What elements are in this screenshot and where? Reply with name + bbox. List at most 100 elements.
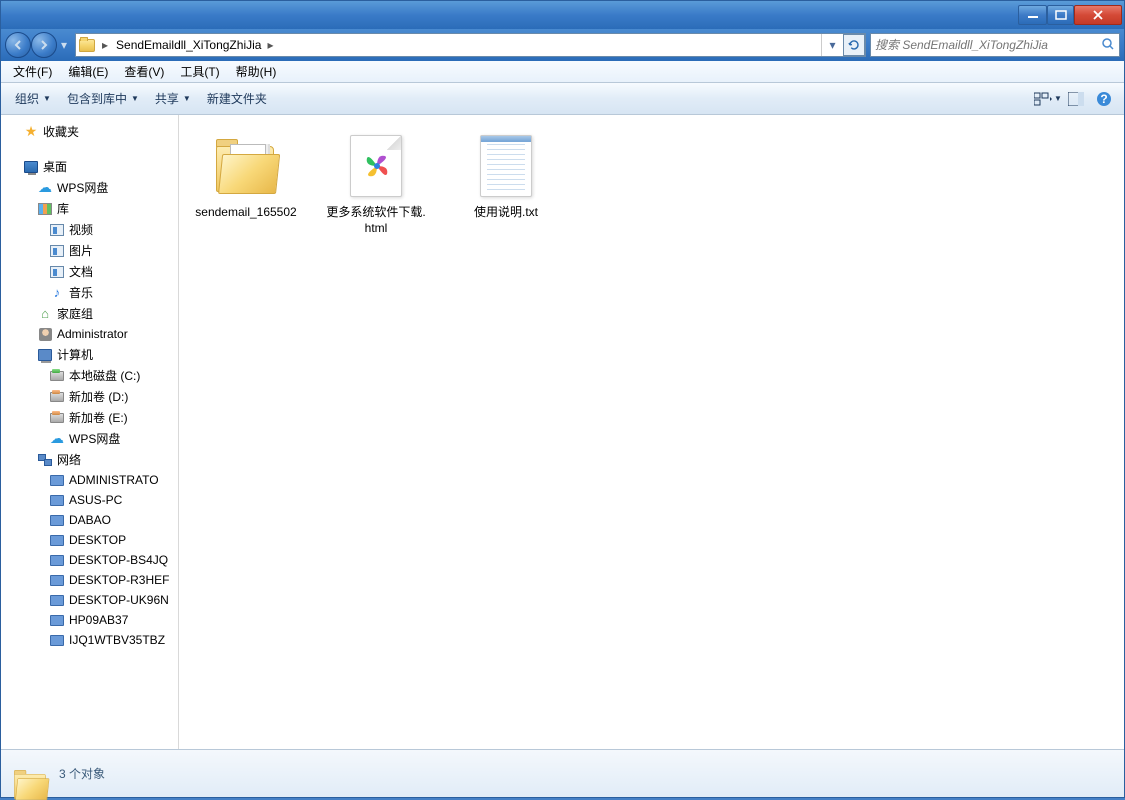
cloud-icon: ☁: [37, 180, 53, 196]
picture-icon: [49, 243, 65, 259]
navigation-pane: ★收藏夹 桌面 ☁WPS网盘 库 视频 图片 文档 ♪音乐 ⌂家庭组 Admin…: [1, 115, 179, 749]
netpc-icon: [49, 632, 65, 648]
statusbar: 3 个对象: [1, 749, 1124, 797]
menu-help[interactable]: 帮助(H): [228, 61, 285, 82]
minimize-button[interactable]: [1018, 5, 1047, 25]
menu-view[interactable]: 查看(V): [116, 61, 172, 82]
file-label: 使用说明.txt: [474, 205, 538, 221]
file-item-folder[interactable]: sendemail_165502: [191, 127, 301, 240]
folder-icon: [13, 759, 49, 789]
sidebar-net-pc[interactable]: IJQ1WTBV35TBZ: [1, 630, 178, 650]
netpc-icon: [49, 532, 65, 548]
address-dropdown[interactable]: ▾: [821, 34, 843, 56]
sidebar-net-pc[interactable]: DESKTOP-UK96N: [1, 590, 178, 610]
sidebar-drive-d[interactable]: 新加卷 (D:): [1, 386, 178, 407]
file-label: 更多系统软件下载.html: [325, 205, 427, 236]
sidebar-drive-e[interactable]: 新加卷 (E:): [1, 407, 178, 428]
close-button[interactable]: [1074, 5, 1122, 25]
star-icon: ★: [23, 124, 39, 140]
nav-arrows: ▾: [5, 32, 71, 58]
toolbar: 组织▼ 包含到库中▼ 共享▼ 新建文件夹 ▼ ?: [1, 83, 1124, 115]
breadcrumb-folder[interactable]: SendEmaildll_XiTongZhiJia: [112, 34, 263, 56]
file-label: sendemail_165502: [195, 205, 296, 221]
search-box[interactable]: [870, 33, 1120, 57]
sidebar-net-pc[interactable]: DABAO: [1, 510, 178, 530]
breadcrumb-sep[interactable]: ▸: [98, 38, 112, 52]
html-file-icon: [336, 131, 416, 201]
netpc-icon: [49, 592, 65, 608]
back-button[interactable]: [5, 32, 31, 58]
sidebar-net-pc[interactable]: ADMINISTRATO: [1, 470, 178, 490]
sidebar-network[interactable]: 网络: [1, 449, 178, 470]
document-icon: [49, 264, 65, 280]
search-input[interactable]: [875, 38, 1101, 52]
sidebar-net-pc[interactable]: DESKTOP: [1, 530, 178, 550]
menu-tools[interactable]: 工具(T): [172, 61, 227, 82]
forward-button[interactable]: [31, 32, 57, 58]
computer-icon: [37, 347, 53, 363]
address-bar[interactable]: ▸ SendEmaildll_XiTongZhiJia ▸ ▾: [75, 33, 866, 57]
sidebar-pictures[interactable]: 图片: [1, 240, 178, 261]
cloud-icon: ☁: [49, 431, 65, 447]
user-icon: [37, 326, 53, 342]
new-folder-button[interactable]: 新建文件夹: [199, 86, 275, 111]
drive-icon: [49, 368, 65, 384]
sidebar-drive-c[interactable]: 本地磁盘 (C:): [1, 365, 178, 386]
sidebar-favorites[interactable]: ★收藏夹: [1, 121, 178, 142]
folder-icon: [206, 131, 286, 201]
refresh-button[interactable]: [843, 34, 865, 56]
sidebar-libraries[interactable]: 库: [1, 198, 178, 219]
file-item-html[interactable]: 更多系统软件下载.html: [321, 127, 431, 240]
netpc-icon: [49, 512, 65, 528]
history-dropdown[interactable]: ▾: [57, 32, 71, 58]
drive-icon: [49, 389, 65, 405]
sidebar-net-pc[interactable]: DESKTOP-BS4JQ: [1, 550, 178, 570]
sidebar-net-pc[interactable]: ASUS-PC: [1, 490, 178, 510]
menu-edit[interactable]: 编辑(E): [60, 61, 116, 82]
help-button[interactable]: ?: [1090, 87, 1118, 111]
maximize-button[interactable]: [1047, 5, 1074, 25]
folder-icon: [76, 34, 98, 56]
netpc-icon: [49, 552, 65, 568]
share-button[interactable]: 共享▼: [147, 86, 199, 111]
body-area: ★收藏夹 桌面 ☁WPS网盘 库 视频 图片 文档 ♪音乐 ⌂家庭组 Admin…: [1, 115, 1124, 749]
sidebar-net-pc[interactable]: DESKTOP-R3HEF: [1, 570, 178, 590]
titlebar: [1, 1, 1124, 29]
network-icon: [37, 452, 53, 468]
organize-button[interactable]: 组织▼: [7, 86, 59, 111]
drive-icon: [49, 410, 65, 426]
status-text: 3 个对象: [59, 765, 105, 782]
music-icon: ♪: [49, 285, 65, 301]
sidebar-computer[interactable]: 计算机: [1, 344, 178, 365]
view-mode-button[interactable]: ▼: [1034, 87, 1062, 111]
txt-file-icon: [466, 131, 546, 201]
sidebar-documents[interactable]: 文档: [1, 261, 178, 282]
netpc-icon: [49, 572, 65, 588]
netpc-icon: [49, 492, 65, 508]
explorer-window: ▾ ▸ SendEmaildll_XiTongZhiJia ▸ ▾ 文件(F) …: [0, 0, 1125, 798]
sidebar-wps[interactable]: ☁WPS网盘: [1, 177, 178, 198]
svg-text:?: ?: [1100, 92, 1107, 106]
include-library-button[interactable]: 包含到库中▼: [59, 86, 147, 111]
file-item-txt[interactable]: 使用说明.txt: [451, 127, 561, 240]
menubar: 文件(F) 编辑(E) 查看(V) 工具(T) 帮助(H): [1, 61, 1124, 83]
file-list[interactable]: sendemail_165502 更多系统软件下载.html: [179, 115, 1124, 749]
homegroup-icon: ⌂: [37, 306, 53, 322]
preview-pane-button[interactable]: [1062, 87, 1090, 111]
sidebar-homegroup[interactable]: ⌂家庭组: [1, 303, 178, 324]
sidebar-videos[interactable]: 视频: [1, 219, 178, 240]
breadcrumb-sep[interactable]: ▸: [263, 38, 277, 52]
sidebar-desktop[interactable]: 桌面: [1, 156, 178, 177]
sidebar-wps2[interactable]: ☁WPS网盘: [1, 428, 178, 449]
netpc-icon: [49, 472, 65, 488]
libraries-icon: [37, 201, 53, 217]
sidebar-music[interactable]: ♪音乐: [1, 282, 178, 303]
desktop-icon: [23, 159, 39, 175]
video-icon: [49, 222, 65, 238]
sidebar-admin[interactable]: Administrator: [1, 324, 178, 344]
search-icon[interactable]: [1101, 37, 1115, 54]
sidebar-net-pc[interactable]: HP09AB37: [1, 610, 178, 630]
navbar: ▾ ▸ SendEmaildll_XiTongZhiJia ▸ ▾: [1, 29, 1124, 61]
menu-file[interactable]: 文件(F): [5, 61, 60, 82]
netpc-icon: [49, 612, 65, 628]
